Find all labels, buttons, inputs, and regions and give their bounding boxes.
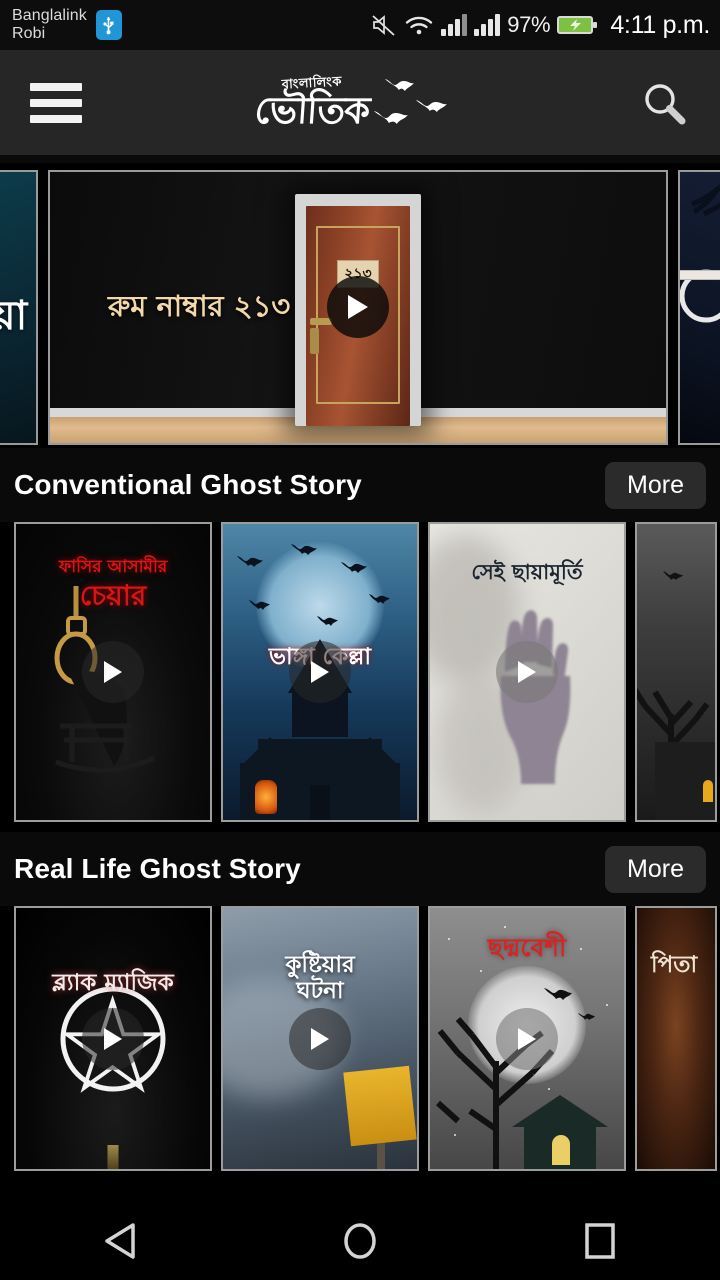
story-card[interactable]: ভাঙ্গা কেল্লা [221,522,419,822]
carousel-peek-left-title: য়া [0,284,27,351]
header-divider [0,155,720,163]
section-title: Conventional Ghost Story [14,469,362,500]
story-card[interactable] [635,522,717,822]
sign-board-art [343,1065,417,1147]
card-title: সেই ছায়ামূর্তি [471,560,583,584]
bats-icon [374,68,465,138]
lantern-art [255,780,277,814]
more-button[interactable]: More [605,845,706,893]
carousel-peek-left[interactable]: য়া [0,169,38,445]
signal-bars-icon [474,14,501,36]
wifi-icon [404,13,434,37]
play-icon[interactable] [82,1007,144,1070]
carrier-names: Banglalink Robi [12,7,87,43]
door-lock-icon [310,327,319,354]
card-art [637,908,715,1169]
card-title: ছদ্মবেশী [487,933,567,962]
story-card[interactable]: ব্ল্যাক ম্যাজিক [14,906,212,1171]
window-light-art [552,1135,570,1165]
story-card[interactable]: সেই ছায়ামূর্তি [428,522,626,822]
mute-icon [371,13,397,37]
carousel-peek-right[interactable] [678,169,720,445]
story-card[interactable]: ফাসির আসামীর চেয়ার [14,522,212,822]
window-light-art [703,780,713,802]
card-title: ফাসির আসামীর চেয়ার [58,557,168,612]
status-icons: 97% 4:11 p.m. [371,11,710,40]
back-triangle-icon[interactable] [72,1202,168,1280]
carousel-featured-card[interactable]: ২১৩ রুম নাম্বার ২১৩ [48,169,668,445]
bat-icon [663,571,683,580]
app-logo: বাংলালিংক ভৌতিক [253,68,465,138]
candle-art [107,1145,119,1169]
play-icon[interactable] [289,641,351,703]
logo-text: বাংলালিংক ভৌতিক [253,74,371,132]
play-icon[interactable] [496,641,558,703]
logo-title: ভৌতিক [253,88,371,132]
story-card[interactable]: কুষ্টিয়ার ঘটনা [221,906,419,1171]
battery-percent-label: 97% [507,12,551,37]
featured-carousel[interactable]: য়া ২১৩ রুম নাম্বার ২১৩ [0,163,720,448]
home-circle-icon[interactable] [312,1202,408,1280]
card-title: কুষ্টিয়ার ঘটনা [285,952,355,1005]
usb-icon [95,10,122,40]
card-row-conventional[interactable]: ফাসির আসামীর চেয়ার ভাঙ্গা কেল্লা [0,522,720,832]
battery-charging-icon [557,13,599,37]
play-icon[interactable] [289,1007,351,1070]
android-nav-bar [0,1202,720,1280]
carrier-2-label: Robi [12,25,46,42]
search-icon[interactable] [638,77,690,129]
status-bar: Banglalink Robi 97% 4:11 p.m. [0,0,720,50]
section-title: Real Life Ghost Story [14,853,301,884]
app-bar: বাংলালিংক ভৌতিক [0,50,720,155]
play-icon[interactable] [496,1007,558,1070]
carousel-featured-title: রুম নাম্বার ২১৩ [108,288,291,323]
recents-square-icon[interactable] [552,1202,648,1280]
play-icon[interactable] [82,641,144,703]
clock-label: 4:11 p.m. [610,10,710,39]
hamburger-menu-icon[interactable] [30,82,82,123]
story-card[interactable]: পিতা [635,906,717,1171]
card-title: পিতা [651,952,698,978]
signal-bars-icon [441,14,468,36]
story-card[interactable]: ছদ্মবেশী [428,906,626,1171]
card-title: ব্ল্যাক ম্যাজিক [52,970,174,996]
card-row-reallife[interactable]: ব্ল্যাক ম্যাজিক কুষ্টিয়ার ঘটনা ছদ্মবেশী… [0,906,720,1171]
play-icon[interactable] [327,276,389,338]
carrier-1-label: Banglalink [12,7,87,25]
section-header-conventional: Conventional Ghost Story More [0,448,720,522]
section-header-reallife: Real Life Ghost Story More [0,832,720,906]
more-button[interactable]: More [605,461,706,509]
